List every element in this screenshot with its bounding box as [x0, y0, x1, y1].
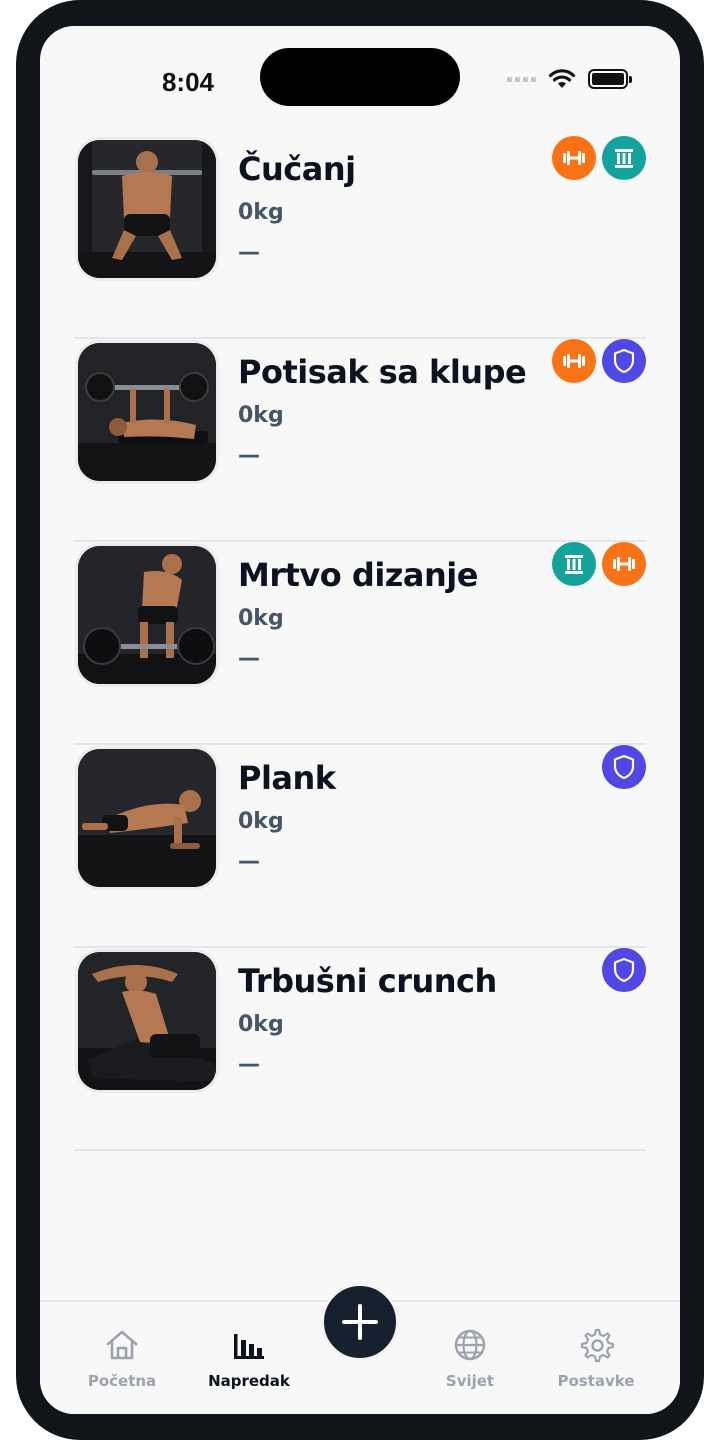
tab-svijet[interactable]: Svijet	[415, 1326, 525, 1390]
tab-label: Svijet	[445, 1372, 495, 1390]
exercise-last-value: —	[238, 646, 260, 671]
exercise-last-value: —	[238, 1052, 260, 1077]
muscle-badges	[552, 136, 646, 180]
muscle-badges	[552, 542, 646, 586]
exercise-name: Trbušni crunch	[238, 962, 497, 1000]
muscle-badges	[552, 339, 646, 383]
battery-icon	[588, 69, 632, 89]
cellular-signal-icon	[507, 76, 536, 82]
home-icon	[106, 1330, 138, 1360]
exercise-last-value: —	[238, 849, 260, 874]
status-time: 8:04	[161, 67, 215, 97]
exercise-photo	[78, 343, 216, 481]
muscle-badges	[602, 948, 646, 992]
exercise-row[interactable]: Plank 0kg —	[74, 745, 646, 948]
wifi-icon	[548, 69, 576, 88]
globe-icon	[454, 1329, 486, 1361]
exercise-weight: 0kg	[238, 200, 284, 225]
tab-label: Napredak	[208, 1372, 290, 1390]
dumbbell-icon	[552, 136, 596, 180]
exercise-row[interactable]: Čučanj 0kg —	[74, 136, 646, 339]
shield-icon	[602, 948, 646, 992]
exercise-row[interactable]: Potisak sa klupe 0kg —	[74, 339, 646, 542]
tab-napredak[interactable]: Napredak	[194, 1326, 304, 1390]
exercise-list: Čučanj 0kg — Potisak sa klupe 0kg — Mrtv…	[74, 136, 646, 1151]
exercise-last-value: —	[238, 240, 260, 265]
add-button[interactable]	[321, 1283, 399, 1361]
dumbbell-icon	[552, 339, 596, 383]
exercise-name: Mrtvo dizanje	[238, 556, 478, 594]
exercise-row[interactable]: Mrtvo dizanje 0kg —	[74, 542, 646, 745]
muscle-badges	[602, 745, 646, 789]
exercise-row[interactable]: Trbušni crunch 0kg —	[74, 948, 646, 1151]
gear-icon	[580, 1328, 615, 1363]
tab-label: Početna	[87, 1372, 157, 1390]
tab-label: Postavke	[557, 1372, 635, 1390]
exercise-name: Potisak sa klupe	[238, 353, 527, 391]
dumbbell-icon	[602, 542, 646, 586]
exercise-photo	[78, 952, 216, 1090]
status-indicators	[507, 64, 632, 94]
exercise-photo	[78, 140, 216, 278]
dynamic-island	[260, 48, 460, 106]
pillar-icon	[552, 542, 596, 586]
tab-pocetna[interactable]: Početna	[67, 1326, 177, 1390]
exercise-last-value: —	[238, 443, 260, 468]
exercise-name: Čučanj	[238, 150, 356, 188]
exercise-weight: 0kg	[238, 606, 284, 631]
plus-icon	[342, 1304, 378, 1340]
bar-chart-icon	[234, 1334, 264, 1359]
exercise-weight: 0kg	[238, 1012, 284, 1037]
exercise-photo	[78, 546, 216, 684]
app-screen: 8:04 Čučanj 0kg — Potisak sa klupe 0kg —…	[40, 26, 680, 1414]
shield-icon	[602, 745, 646, 789]
tab-postavke[interactable]: Postavke	[541, 1326, 651, 1390]
exercise-name: Plank	[238, 759, 336, 797]
shield-icon	[602, 339, 646, 383]
exercise-weight: 0kg	[238, 809, 284, 834]
exercise-photo	[78, 749, 216, 887]
pillar-icon	[602, 136, 646, 180]
exercise-weight: 0kg	[238, 403, 284, 428]
